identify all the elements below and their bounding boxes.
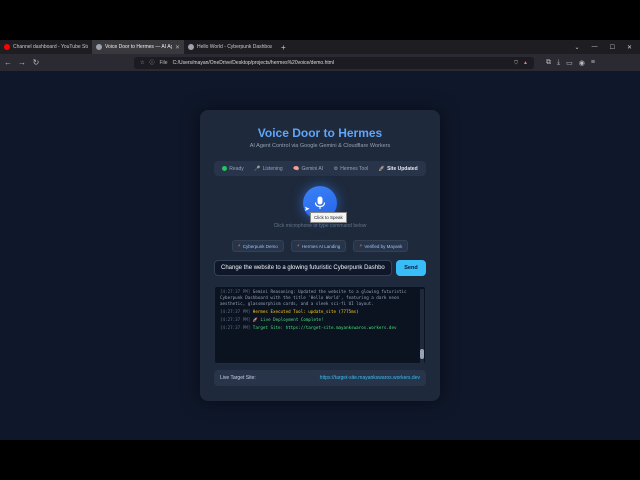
log-line: [4:27:37 PM] Hermes Executed Tool: updat… — [220, 309, 415, 315]
minimize-icon[interactable]: — — [592, 44, 598, 50]
downloads-icon[interactable]: ⤓ — [557, 59, 560, 67]
browser-tab-youtube[interactable]: Channel dashboard - YouTube Studio — [0, 40, 92, 54]
rocket-icon: 🚀 — [378, 165, 386, 172]
scrollbar-thumb[interactable] — [420, 349, 424, 359]
log-line: [4:27:37 PM] Target Site: https://target… — [220, 325, 415, 331]
mic-tooltip: Click to Speak — [310, 212, 347, 223]
command-input[interactable]: Change the website to a glowing futurist… — [214, 260, 392, 276]
mic-hint: Click microphone or type command below — [273, 223, 367, 229]
status-step-listening: 🎤 Listening — [254, 166, 282, 172]
log-line: [4:27:37 PM] Gemini Reasoning: Updated t… — [220, 289, 415, 307]
status-step-site-updated: 🚀 Site Updated — [379, 166, 418, 172]
new-tab-button[interactable]: + — [276, 40, 291, 54]
pocket-icon[interactable]: ⧉ — [546, 59, 551, 67]
status-step-gemini: 🧠 Gemini AI — [293, 166, 323, 172]
browser-tab-voice-door[interactable]: Voice Door to Hermes — AI Age ✕ — [92, 40, 184, 54]
lightning-icon: ⚡ — [237, 243, 241, 248]
letterbox-bottom — [0, 440, 640, 480]
address-bar[interactable]: ☆ ⓘ File C:/Users/mayan/OneDrive/Desktop… — [134, 56, 534, 69]
page-title: Voice Door to Hermes — [257, 126, 383, 140]
chip-hermes-landing[interactable]: ⚡ Hermes AI Landing — [290, 240, 347, 252]
target-url-link[interactable]: https://target-site.mayankswaros.workers… — [320, 375, 420, 381]
status-label: Gemini AI — [301, 165, 324, 172]
lightning-icon: ⚡ — [296, 243, 300, 248]
account-icon[interactable]: ◉ — [579, 59, 585, 67]
send-button[interactable]: Send — [396, 260, 426, 276]
menu-icon[interactable]: ≡ — [591, 59, 595, 67]
globe-favicon-icon — [188, 44, 194, 50]
lightning-icon: ⚡ — [359, 243, 363, 248]
log-timestamp: [4:27:37 PM] — [220, 289, 251, 294]
chip-label: Hermes AI Landing — [301, 243, 341, 249]
log-line: [4:27:37 PM] 🚀 Live Deployment Complete! — [220, 317, 415, 323]
tab-title: Channel dashboard - YouTube Studio — [13, 44, 88, 50]
chip-cyberpunk-demo[interactable]: ⚡ Cyberpunk Demo — [231, 240, 284, 252]
sidebar-icon[interactable]: ▭ — [566, 59, 573, 67]
url-scheme-label: File — [159, 59, 168, 66]
close-tab-icon[interactable]: ✕ — [175, 44, 180, 51]
tab-bar: Channel dashboard - YouTube Studio Voice… — [0, 40, 640, 54]
mouse-cursor-icon: ➤ — [304, 206, 310, 213]
status-label: Listening — [262, 165, 283, 172]
status-step-hermes: ⚙ Hermes Tool — [334, 166, 368, 172]
close-window-icon[interactable]: ✕ — [627, 44, 632, 51]
target-label: Live Target Site: — [220, 375, 256, 381]
chip-verified-mayank[interactable]: ⚡ Verified by Mayank — [353, 240, 409, 252]
nav-bar: ← → ↻ ☆ ⓘ File C:/Users/mayan/OneDrive/D… — [0, 54, 640, 71]
log-timestamp: [4:27:37 PM] — [220, 317, 251, 322]
url-text: C:/Users/mayan/OneDrive/Desktop/projects… — [172, 59, 335, 66]
log-text: Target Site: https://target-site.mayanks… — [252, 325, 397, 330]
page-subtitle: AI Agent Control via Google Gemini & Clo… — [249, 143, 391, 149]
reload-icon[interactable]: ↻ — [32, 58, 40, 67]
youtube-favicon-icon — [4, 44, 10, 50]
bookmark-icon[interactable]: ☆ — [140, 60, 144, 66]
microphone-icon: 🎤 — [254, 165, 261, 172]
log-timestamp: [4:27:37 PM] — [220, 325, 251, 330]
green-dot-icon — [222, 166, 228, 171]
brain-icon: 🧠 — [293, 165, 300, 172]
live-target-bar: Live Target Site: https://target-site.ma… — [214, 370, 426, 386]
window-controls: ⌄ — ☐ ✕ — [575, 40, 640, 54]
status-label: Ready — [229, 165, 244, 172]
voice-door-card: Voice Door to Hermes AI Agent Control vi… — [200, 110, 440, 401]
browser-tab-cyberpunk[interactable]: Hello World - Cyberpunk Dashboard — [184, 40, 276, 54]
forward-icon[interactable]: → — [18, 58, 26, 67]
file-info-icon: ⓘ — [149, 60, 155, 66]
log-text: Hermes Executed Tool: update_site (7775m… — [252, 309, 359, 314]
toolbar-icons: ⧉ ⤓ ▭ ◉ ≡ — [546, 59, 595, 67]
maximize-icon[interactable]: ☐ — [610, 44, 615, 51]
log-timestamp: [4:27:37 PM] — [220, 309, 251, 314]
chevron-down-icon[interactable]: ⌄ — [575, 44, 580, 51]
extension-icon[interactable]: ▲ — [523, 60, 528, 66]
status-label: Hermes Tool — [340, 165, 369, 172]
chip-label: Verified by Mayank — [364, 243, 403, 249]
globe-favicon-icon — [96, 44, 102, 50]
tab-title: Hello World - Cyberpunk Dashboard — [197, 44, 272, 50]
chip-label: Cyberpunk Demo — [242, 243, 278, 249]
shield-icon[interactable]: ⛉ — [514, 60, 518, 66]
status-step-ready: Ready — [222, 165, 244, 172]
status-pipeline: Ready 🎤 Listening 🧠 Gemini AI ⚙ Hermes T… — [214, 161, 426, 176]
quick-command-chips: ⚡ Cyberpunk Demo ⚡ Hermes AI Landing ⚡ V… — [200, 240, 440, 252]
tab-title: Voice Door to Hermes — AI Age — [105, 44, 172, 50]
activity-log[interactable]: [4:27:37 PM] Gemini Reasoning: Updated t… — [214, 286, 426, 364]
status-label: Site Updated — [387, 165, 418, 172]
log-text: 🚀 Live Deployment Complete! — [252, 317, 324, 322]
log-scrollbar[interactable] — [420, 289, 424, 363]
microphone-icon — [314, 196, 326, 209]
back-icon[interactable]: ← — [4, 58, 12, 67]
page-viewport: Voice Door to Hermes AI Agent Control vi… — [0, 71, 640, 440]
gear-icon: ⚙ — [333, 165, 339, 172]
